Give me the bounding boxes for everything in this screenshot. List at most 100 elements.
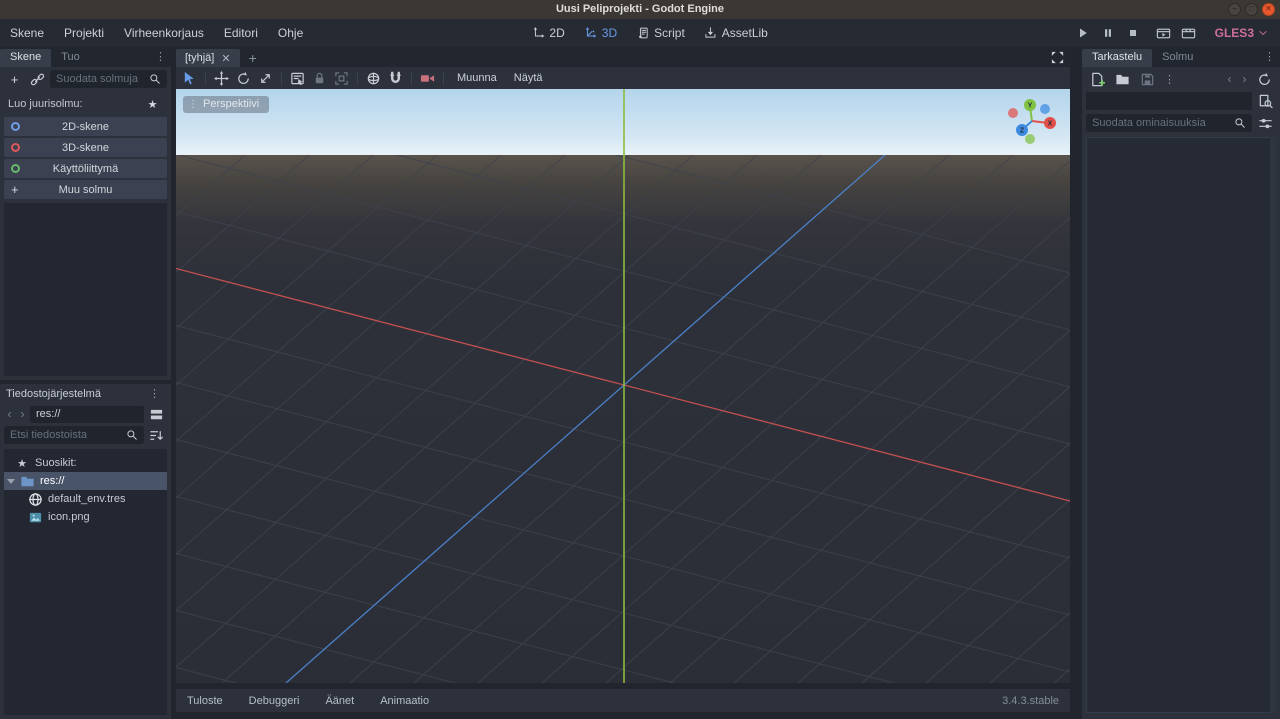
panel-audio[interactable]: Äänet <box>325 695 354 707</box>
load-resource-button[interactable] <box>1112 70 1133 88</box>
list-select-button[interactable] <box>287 69 308 87</box>
tab-scene[interactable]: Skene <box>0 49 51 67</box>
gizmo-neg-y[interactable] <box>1025 134 1035 144</box>
scene-dock-menu-icon[interactable]: ⋮ <box>150 50 171 63</box>
camera-override-button[interactable] <box>417 69 438 87</box>
resource-name-row <box>1086 92 1276 110</box>
maximize-icon[interactable]: □ <box>1245 3 1258 16</box>
add-node-button[interactable]: + <box>4 70 25 88</box>
play-custom-scene-button[interactable] <box>1178 23 1200 43</box>
property-filter-button[interactable] <box>1255 114 1276 132</box>
menu-debug[interactable]: Virheenkorjaus <box>114 26 214 40</box>
sort-files-button[interactable] <box>146 426 167 444</box>
play-button[interactable] <box>1072 23 1094 43</box>
viewport-3d[interactable]: ⋮ Perspektiivi Y X Z <box>176 89 1070 683</box>
favorites-row[interactable]: ★ Suosikit: <box>4 454 167 472</box>
workspace-assetlib-icon <box>705 27 717 39</box>
version-label: 3.4.3.stable <box>1002 695 1059 707</box>
stop-button[interactable] <box>1122 23 1144 43</box>
menu-project[interactable]: Projekti <box>54 26 114 40</box>
panel-debugger[interactable]: Debuggeri <box>249 695 300 707</box>
viewport-canvas <box>176 89 1070 683</box>
res-root-row[interactable]: res:// <box>4 472 167 490</box>
workspace-script[interactable]: Script <box>628 22 694 44</box>
collapse-caret-icon[interactable] <box>7 479 15 484</box>
distraction-free-button[interactable] <box>1050 50 1065 65</box>
perspective-button[interactable]: ⋮ Perspektiivi <box>183 96 269 113</box>
gizmo-neg-z[interactable] <box>1040 104 1050 114</box>
favorites-star-icon[interactable]: ★ <box>142 95 163 113</box>
current-path[interactable]: res:// <box>30 406 144 423</box>
pause-button[interactable] <box>1097 23 1119 43</box>
svg-text:X: X <box>1048 121 1053 128</box>
new-scene-tab-button[interactable]: + <box>240 49 266 67</box>
scene-tab-empty[interactable]: [tyhjä] ✕ <box>176 49 240 67</box>
nav-forward-icon[interactable]: › <box>17 407 28 421</box>
group-object-button[interactable] <box>331 69 352 87</box>
history-forward-icon[interactable]: › <box>1239 72 1250 86</box>
magnet-icon <box>388 71 403 86</box>
search-icon <box>1232 114 1248 132</box>
inspector-menu-icon[interactable]: ⋮ <box>1259 50 1280 63</box>
history-back-icon[interactable]: ‹ <box>1224 72 1235 86</box>
workspace-assetlib[interactable]: AssetLib <box>696 22 777 44</box>
close-icon[interactable]: ✕ <box>1262 3 1275 16</box>
file-row-icon-png[interactable]: icon.png <box>4 508 167 526</box>
instance-scene-button[interactable] <box>27 70 48 88</box>
workspace-2d[interactable]: 2D <box>523 22 573 44</box>
transform-menu[interactable]: Muunna <box>449 72 505 84</box>
panel-animation[interactable]: Animaatio <box>380 695 429 707</box>
filesystem-menu-icon[interactable]: ⋮ <box>144 387 165 400</box>
scene-filter-box <box>50 70 167 88</box>
inspector-body[interactable] <box>1086 137 1276 713</box>
play-scene-button[interactable] <box>1153 23 1175 43</box>
orientation-gizmo[interactable]: Y X Z <box>1004 97 1064 151</box>
menu-editor[interactable]: Editori <box>214 26 268 40</box>
filesystem-search-input[interactable] <box>10 429 124 441</box>
workspace-3d[interactable]: 3D <box>576 22 626 44</box>
snap-toggle-button[interactable] <box>385 69 406 87</box>
node-3d-icon <box>11 143 20 152</box>
menu-help[interactable]: Ohje <box>268 26 313 40</box>
scene-dock-tabs: Skene Tuo ⋮ <box>0 47 171 67</box>
expand-icon <box>1050 50 1065 65</box>
rotate-tool-button[interactable] <box>233 69 254 87</box>
lock-object-button[interactable] <box>309 69 330 87</box>
view-menu[interactable]: Näytä <box>506 72 551 84</box>
move-tool-button[interactable] <box>211 69 232 87</box>
history-button[interactable] <box>1254 70 1275 88</box>
resource-tools-icon[interactable]: ⋮ <box>1162 73 1177 86</box>
resource-name-field[interactable] <box>1086 92 1252 110</box>
tab-inspector[interactable]: Tarkastelu <box>1082 49 1152 67</box>
minimize-icon[interactable]: – <box>1228 3 1241 16</box>
tab-import[interactable]: Tuo <box>51 49 90 67</box>
view-mode-toggle[interactable] <box>146 405 167 423</box>
gizmo-neg-x[interactable] <box>1008 108 1018 118</box>
renderer-select[interactable]: GLES3 <box>1215 26 1268 40</box>
local-space-button[interactable] <box>363 69 384 87</box>
window-title: Uusi Peliprojekti - Godot Engine <box>0 0 1280 19</box>
scene-filter-input[interactable] <box>56 73 147 85</box>
create-root-3d-button[interactable]: 3D-skene <box>4 138 167 157</box>
inspector-filter-input[interactable] <box>1092 117 1232 129</box>
create-root-ui-button[interactable]: Käyttöliittymä <box>4 159 167 178</box>
select-tool-button[interactable] <box>179 69 200 87</box>
open-docs-button[interactable] <box>1255 92 1276 110</box>
create-root-2d-button[interactable]: 2D-skene <box>4 117 167 136</box>
tab-node[interactable]: Solmu <box>1152 49 1203 67</box>
file-row-default-env[interactable]: default_env.tres <box>4 490 167 508</box>
select-cursor-icon <box>182 71 197 86</box>
inspector-scrollbar[interactable] <box>1270 137 1276 713</box>
viewport-toolbar: Muunna Näytä <box>176 67 1070 89</box>
scale-tool-button[interactable] <box>255 69 276 87</box>
create-root-other-button[interactable]: + Muu solmu <box>4 180 167 199</box>
scene-dock: Skene Tuo ⋮ + <box>0 47 171 380</box>
close-tab-icon[interactable]: ✕ <box>221 52 230 65</box>
menu-scene[interactable]: Skene <box>0 26 54 40</box>
split-view-icon <box>149 407 164 422</box>
save-resource-button[interactable] <box>1137 70 1158 88</box>
panel-output[interactable]: Tuloste <box>187 695 223 707</box>
new-resource-button[interactable] <box>1087 70 1108 88</box>
nav-back-icon[interactable]: ‹ <box>4 407 15 421</box>
workspace-switcher: 2D 3D Script AssetLib <box>523 22 776 44</box>
